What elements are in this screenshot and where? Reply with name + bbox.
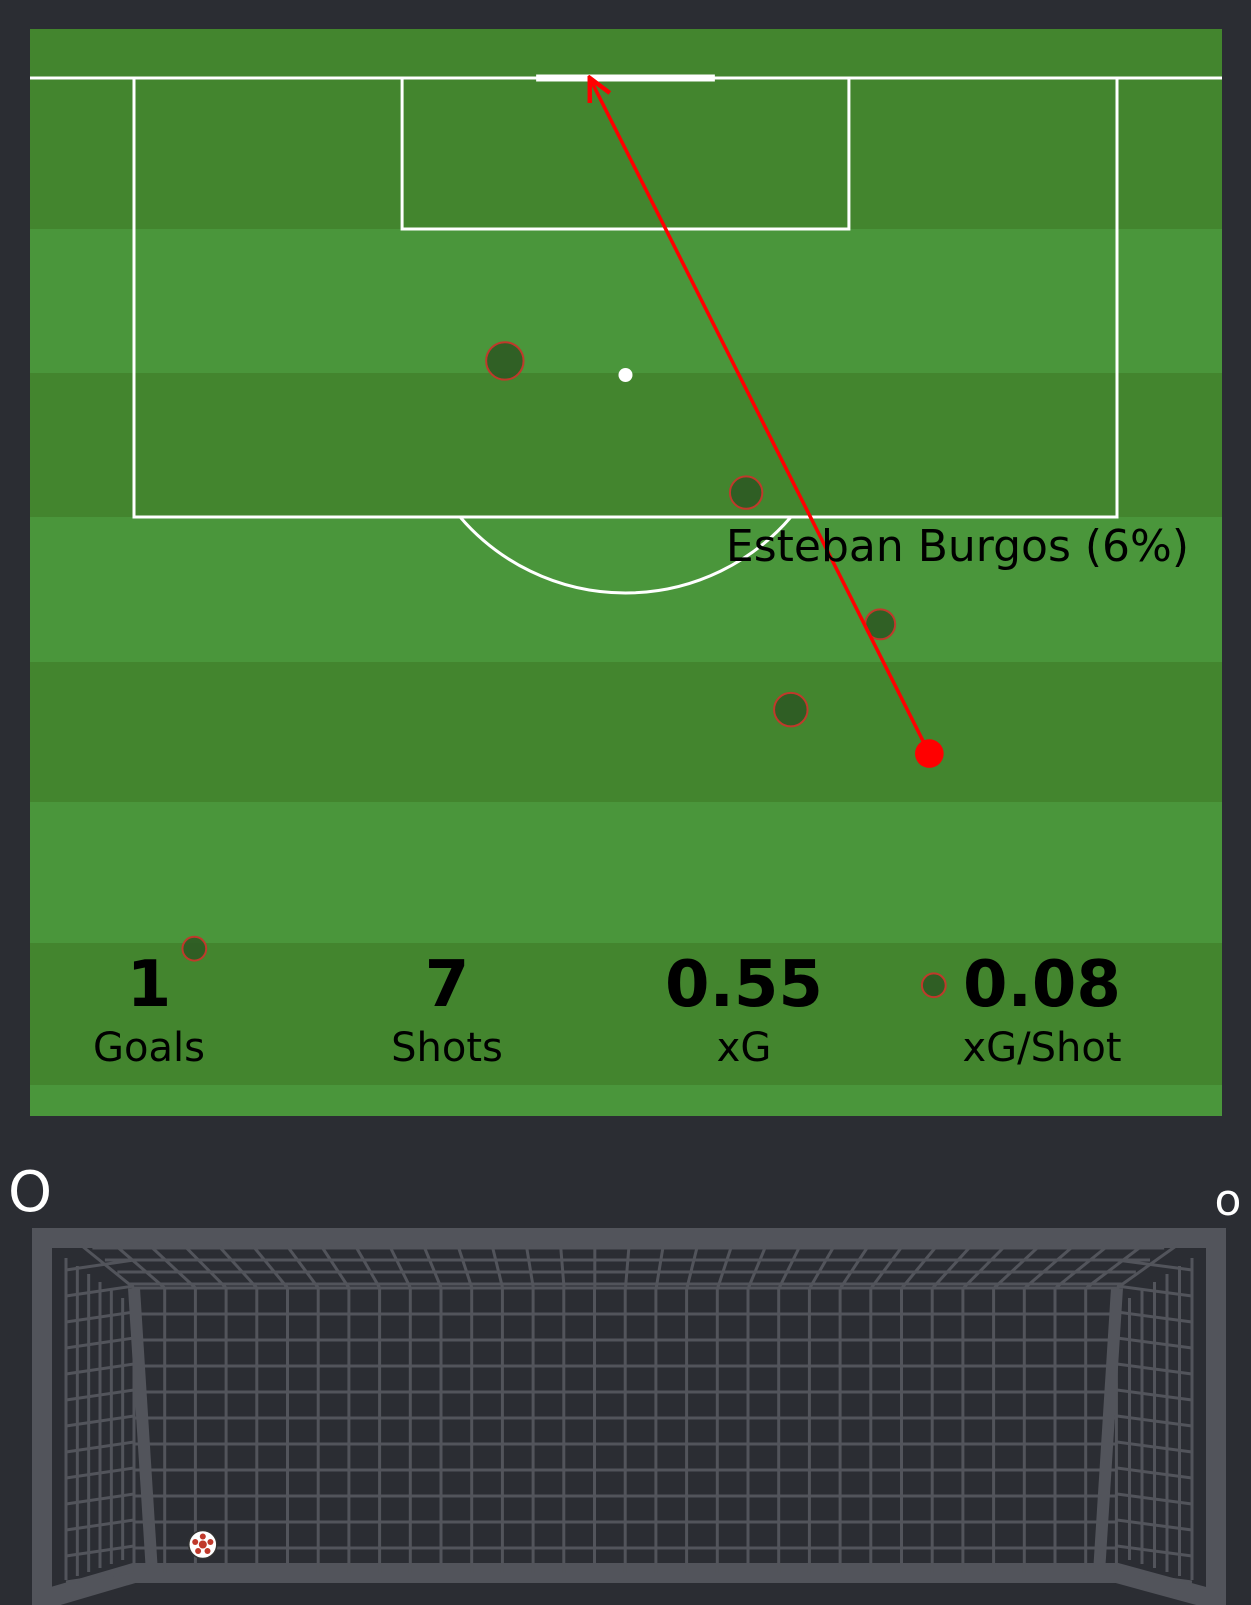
net-side-right	[1116, 1258, 1194, 1584]
xg-per-shot-label: xG/Shot	[962, 1025, 1121, 1071]
shot-marker	[773, 691, 809, 728]
shot-marker	[485, 341, 525, 381]
shot-map-figure: Esteban Burgos (6%) 1 Goals 7 Shots 0.55…	[8, 29, 1242, 1605]
pitch-stripe	[30, 373, 1222, 517]
post-right	[1093, 1287, 1123, 1574]
shot-marker	[920, 972, 947, 999]
shot-marker-highlight	[915, 739, 944, 768]
pitch-stripe	[30, 802, 1222, 943]
corner-label-right: o	[1215, 1175, 1242, 1226]
xg-per-shot-value: 0.08	[963, 948, 1121, 1022]
pitch-stripe	[30, 662, 1222, 802]
net-roof	[81, 1244, 1177, 1290]
net-back-grid	[132, 1286, 1118, 1573]
post-left	[128, 1287, 158, 1574]
shot-marker	[728, 475, 764, 510]
goals-label: Goals	[93, 1025, 205, 1071]
shots-label: Shots	[391, 1025, 503, 1071]
corner-label-left: O	[8, 1160, 52, 1225]
goal-net	[32, 1228, 1226, 1605]
ball-icon	[188, 1529, 218, 1560]
net-side-left	[64, 1258, 135, 1584]
pitch-stripe	[30, 229, 1222, 373]
shot-marker	[181, 935, 208, 962]
highlight-shot-label: Esteban Burgos (6%)	[726, 521, 1189, 572]
penalty-spot	[618, 368, 633, 382]
xg-label: xG	[717, 1025, 772, 1071]
goal-mouth: O o	[8, 1160, 1242, 1605]
goals-value: 1	[127, 948, 172, 1022]
shots-value: 7	[425, 948, 470, 1022]
pitch-stripe	[30, 29, 1222, 229]
xg-value: 0.55	[665, 948, 823, 1022]
pitch-stripe	[30, 1085, 1222, 1116]
